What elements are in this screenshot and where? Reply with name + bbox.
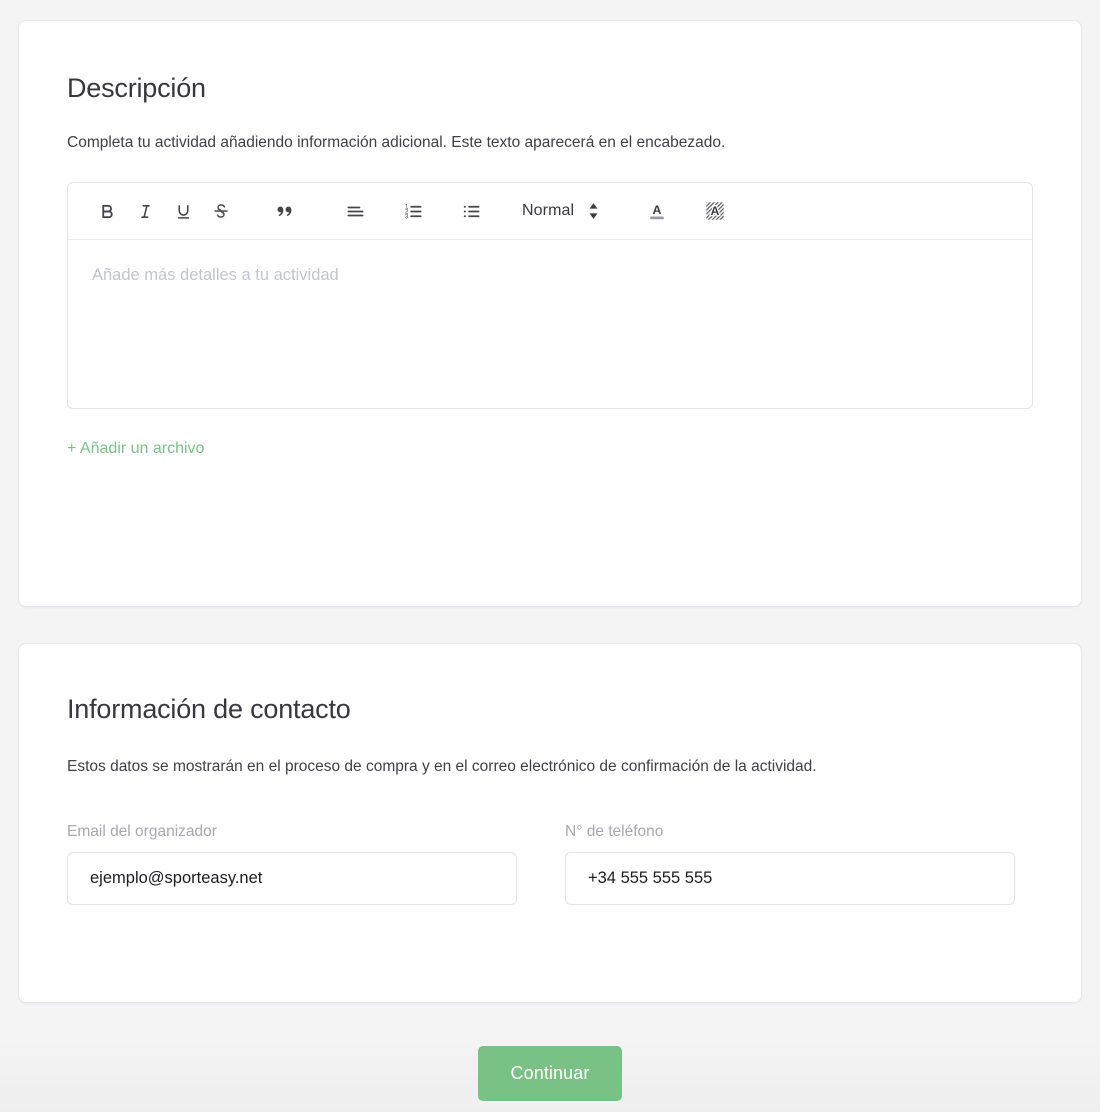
organizer-email-field-group: Email del organizador <box>67 823 517 905</box>
svg-text:A: A <box>653 203 662 217</box>
description-subtitle: Completa tu actividad añadiendo informac… <box>67 134 726 151</box>
organizer-email-label: Email del organizador <box>67 823 217 840</box>
svg-text:A: A <box>711 204 720 218</box>
blockquote-icon[interactable] <box>266 192 304 230</box>
description-title: Descripción <box>67 73 206 103</box>
ordered-list-icon[interactable]: 1 2 3 <box>394 192 432 230</box>
contact-subtitle: Estos datos se mostrarán en el proceso d… <box>67 758 817 775</box>
phone-number-input[interactable] <box>565 852 1015 905</box>
align-left-icon[interactable] <box>336 192 374 230</box>
continue-button[interactable]: Continuar <box>477 1046 623 1101</box>
phone-number-label: N° de teléfono <box>565 823 664 840</box>
description-card-inner: Descripción Completa tu actividad añadie… <box>19 21 1081 458</box>
bold-icon[interactable] <box>88 192 126 230</box>
contact-card-inner: Información de contacto Estos datos se m… <box>19 644 1081 905</box>
rich-text-editor: 1 2 3 Normal A A Añade más detalles a tu… <box>67 182 1033 409</box>
format-select[interactable]: Normal <box>522 192 612 230</box>
contact-card: Información de contacto Estos datos se m… <box>18 643 1082 1003</box>
underline-icon[interactable] <box>164 192 202 230</box>
description-card: Descripción Completa tu actividad añadie… <box>18 20 1082 607</box>
editor-toolbar: 1 2 3 Normal A A <box>68 183 1032 240</box>
page-root: Descripción Completa tu actividad añadie… <box>0 0 1100 1112</box>
contact-title: Información de contacto <box>67 694 351 724</box>
contact-fields-row: Email del organizador N° de teléfono <box>67 823 1033 905</box>
text-color-icon[interactable]: A <box>638 192 676 230</box>
organizer-email-input[interactable] <box>67 852 517 905</box>
chevron-updown-icon <box>574 192 612 230</box>
italic-icon[interactable] <box>126 192 164 230</box>
background-color-icon[interactable]: A <box>696 192 734 230</box>
format-select-value: Normal <box>522 202 575 219</box>
editor-placeholder: Añade más detalles a tu actividad <box>92 266 339 284</box>
editor-content-area[interactable]: Añade más detalles a tu actividad <box>68 240 1032 408</box>
strikethrough-icon[interactable] <box>202 192 240 230</box>
add-file-link[interactable]: + Añadir un archivo <box>67 440 204 458</box>
footer-actions: Continuar <box>0 1046 1100 1101</box>
svg-text:3: 3 <box>404 214 408 220</box>
phone-number-field-group: N° de teléfono <box>565 823 1015 905</box>
bullet-list-icon[interactable] <box>452 192 490 230</box>
